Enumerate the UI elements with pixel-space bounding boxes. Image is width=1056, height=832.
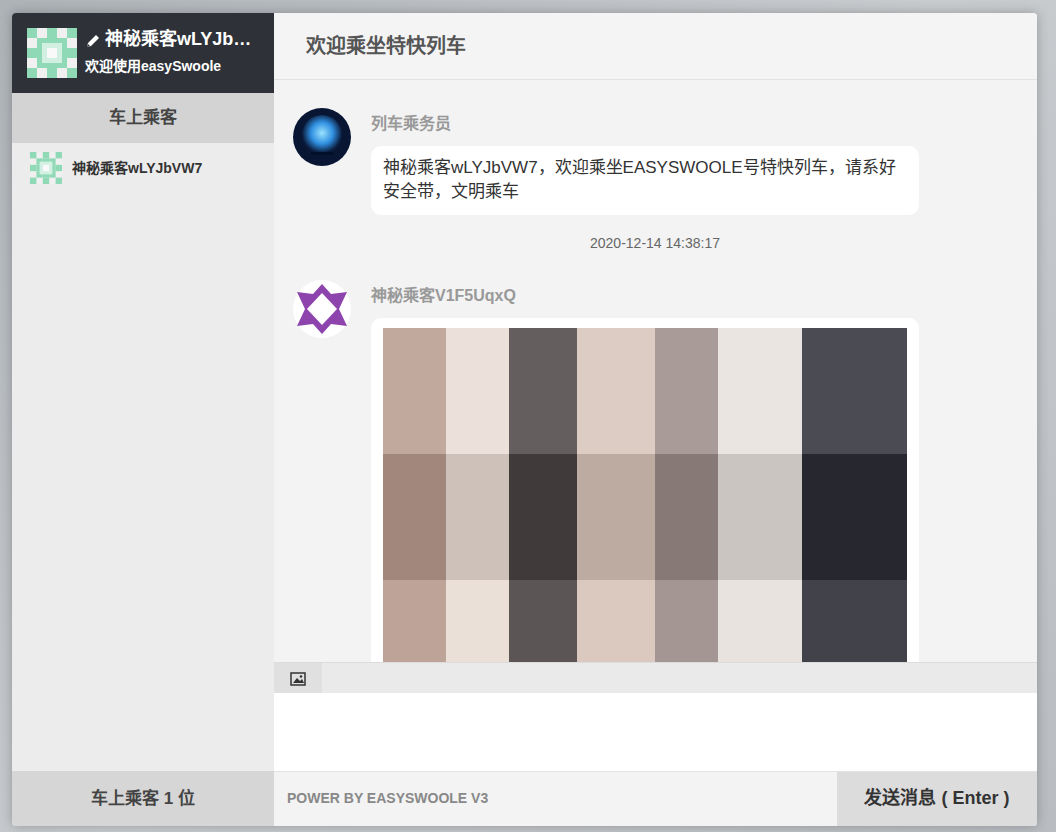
message-photo[interactable] <box>383 328 907 662</box>
moon-avatar-icon <box>293 108 351 166</box>
user-avatar-icon <box>27 28 77 78</box>
chat-header: 欢迎乘坐特快列车 <box>274 13 1037 80</box>
message-sender: 神秘乘客V1F5UqxQ <box>371 284 919 308</box>
passenger-item[interactable]: 神秘乘客wLYJbVW7 <box>12 143 274 193</box>
message-list[interactable]: 列车乘务员神秘乘客wLYJbVW7，欢迎乘坐EASYSWOOLE号特快列车，请系… <box>274 80 1037 662</box>
send-button[interactable]: 发送消息 ( Enter ) <box>837 772 1037 826</box>
message-text: 神秘乘客wLYJbVW7，欢迎乘坐EASYSWOOLE号特快列车，请系好安全带，… <box>383 158 896 202</box>
pencil-icon <box>85 28 101 52</box>
passenger-tab-label: 车上乘客 <box>109 105 177 131</box>
message: 神秘乘客V1F5UqxQ <box>293 280 1017 662</box>
user-header: 神秘乘客wLYJb… 欢迎使用easySwoole <box>12 13 274 93</box>
chat-panel: 欢迎乘坐特快列车列车乘务员神秘乘客wLYJbVW7，欢迎乘坐EASYSWOOLE… <box>274 13 1037 826</box>
message-bubble: 神秘乘客wLYJbVW7，欢迎乘坐EASYSWOOLE号特快列车，请系好安全带，… <box>371 146 919 215</box>
passenger-count: 车上乘客 1 位 <box>91 786 195 812</box>
message-sender: 列车乘务员 <box>371 112 919 136</box>
power-label: POWER BY EASYSWOOLE V3 <box>287 788 488 809</box>
message-body: 列车乘务员神秘乘客wLYJbVW7，欢迎乘坐EASYSWOOLE号特快列车，请系… <box>371 108 919 215</box>
image-icon <box>290 666 306 690</box>
passenger-tab[interactable]: 车上乘客 <box>12 93 274 143</box>
message-input[interactable] <box>274 693 1037 771</box>
user-info: 神秘乘客wLYJb… 欢迎使用easySwoole <box>85 28 251 77</box>
sidebar: 神秘乘客wLYJb… 欢迎使用easySwoole 车上乘客神秘乘客wLYJbVW7… <box>12 13 274 826</box>
chat-window: 神秘乘客wLYJb… 欢迎使用easySwoole 车上乘客神秘乘客wLYJbVW7… <box>12 13 1037 826</box>
diamond-avatar-icon <box>293 280 351 338</box>
passenger-count-bar: 车上乘客 1 位 <box>12 771 274 826</box>
passenger-name: 神秘乘客wLYJbVW7 <box>72 158 202 179</box>
message-bubble <box>371 318 919 662</box>
message: 列车乘务员神秘乘客wLYJbVW7，欢迎乘坐EASYSWOOLE号特快列车，请系… <box>293 108 1017 215</box>
message-time-row: 2020-12-14 14:38:17 <box>293 233 1017 254</box>
image-button[interactable] <box>274 663 322 693</box>
user-name: 神秘乘客wLYJb… <box>105 29 251 51</box>
user-signature: 欢迎使用easySwoole <box>85 56 251 77</box>
power-label-box: POWER BY EASYSWOOLE V3 <box>274 772 837 826</box>
message-body: 神秘乘客V1F5UqxQ <box>371 280 919 662</box>
user-name-line[interactable]: 神秘乘客wLYJb… <box>85 28 251 52</box>
chat-footer: POWER BY EASYSWOOLE V3 发送消息 ( Enter ) <box>274 771 1037 826</box>
passenger-avatar-icon <box>30 152 62 184</box>
input-toolbar <box>274 662 1037 693</box>
chat-title: 欢迎乘坐特快列车 <box>306 31 466 61</box>
passenger-list: 神秘乘客wLYJbVW7 <box>12 143 274 771</box>
message-time: 2020-12-14 14:38:17 <box>590 235 720 251</box>
